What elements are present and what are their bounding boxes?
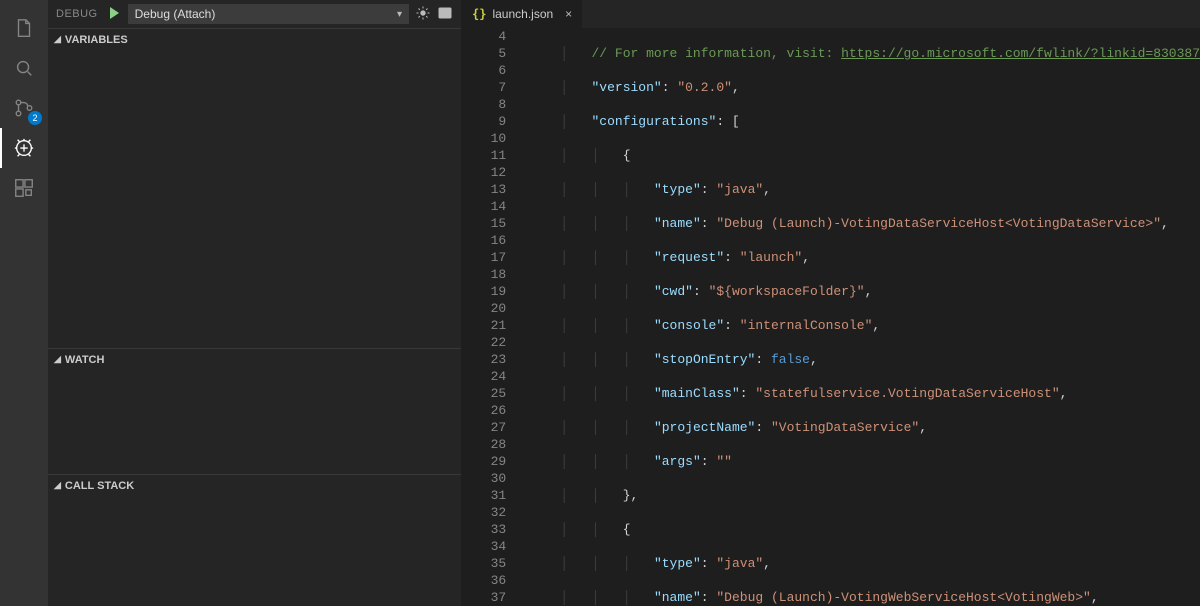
tab-bar: {} launch.json × bbox=[462, 0, 1200, 28]
section-callstack-body bbox=[48, 496, 461, 606]
extensions-icon[interactable] bbox=[0, 168, 48, 208]
debug-sidebar: DEBUG Debug (Attach) ◢VARIABLES ◢WATCH ◢… bbox=[48, 0, 462, 606]
line-number-gutter: 4567891011121314151617181920212223242526… bbox=[480, 28, 514, 606]
close-icon[interactable]: × bbox=[565, 7, 572, 21]
activity-bar: 2 bbox=[0, 0, 48, 606]
debug-icon[interactable] bbox=[0, 128, 48, 168]
tab-launch-json[interactable]: {} launch.json × bbox=[462, 0, 583, 28]
source-control-icon[interactable]: 2 bbox=[0, 88, 48, 128]
fold-gutter[interactable] bbox=[514, 28, 527, 606]
start-debug-button[interactable] bbox=[106, 5, 122, 24]
debug-config-text: Debug (Attach) bbox=[135, 7, 216, 21]
section-callstack-header[interactable]: ◢CALL STACK bbox=[48, 474, 461, 496]
debug-config-select[interactable]: Debug (Attach) bbox=[128, 4, 409, 24]
section-variables-body bbox=[48, 50, 461, 348]
scm-badge: 2 bbox=[28, 111, 42, 125]
section-variables-header[interactable]: ◢VARIABLES bbox=[48, 28, 461, 50]
json-file-icon: {} bbox=[472, 7, 486, 21]
section-watch-header[interactable]: ◢WATCH bbox=[48, 348, 461, 370]
tab-title: launch.json bbox=[492, 7, 553, 21]
code-editor[interactable]: 4567891011121314151617181920212223242526… bbox=[462, 28, 1200, 606]
console-icon[interactable] bbox=[437, 5, 453, 24]
section-watch-body bbox=[48, 370, 461, 474]
search-icon[interactable] bbox=[0, 48, 48, 88]
gear-icon[interactable] bbox=[415, 5, 431, 24]
breakpoint-gutter[interactable] bbox=[462, 28, 480, 606]
debug-title: DEBUG bbox=[56, 8, 98, 20]
explorer-icon[interactable] bbox=[0, 8, 48, 48]
editor-area: {} launch.json × 45678910111213141516171… bbox=[462, 0, 1200, 606]
debug-header: DEBUG Debug (Attach) bbox=[48, 0, 461, 28]
code-content[interactable]: │ // For more information, visit: https:… bbox=[527, 28, 1200, 606]
